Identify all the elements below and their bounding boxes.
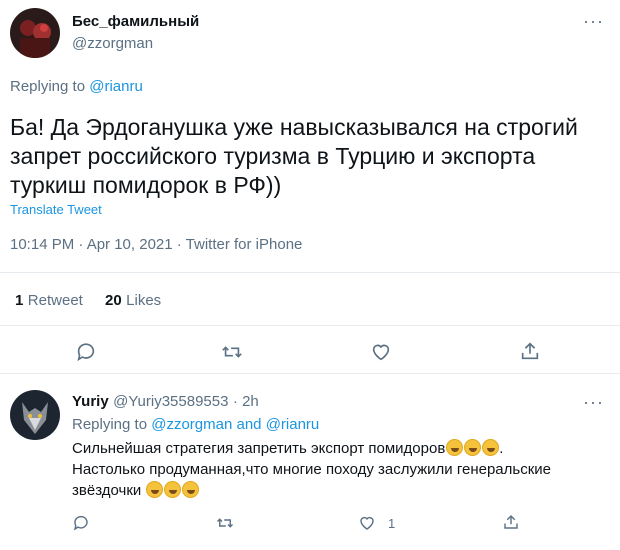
reply-author-avatar[interactable] xyxy=(10,390,60,440)
rolling-laughing-emoji-icon xyxy=(464,439,482,456)
reply-replying-prefix: Replying to xyxy=(72,416,148,433)
reply-replying-link-2[interactable]: @rianru xyxy=(266,416,320,433)
reply-time[interactable]: · 2h xyxy=(233,393,259,410)
rolling-laughing-emoji-icon xyxy=(446,439,464,456)
reply-like-count: 1 xyxy=(388,516,396,531)
reply-header: Yuriy @Yuriy35589553 · 2h xyxy=(72,393,259,411)
reply-replying-to: Replying to @zzorgman and @rianru xyxy=(72,416,319,433)
likes-count: 20 xyxy=(105,292,122,309)
divider xyxy=(0,272,620,273)
retweets-count: 1 xyxy=(15,292,24,309)
likes-label: Likes xyxy=(126,292,162,309)
reply-reply-icon[interactable] xyxy=(72,514,90,532)
replying-prefix: Replying to xyxy=(10,78,86,95)
reply-text-line-1: Сильнейшая стратегия запретить экспорт п… xyxy=(72,439,504,457)
translate-tweet-link[interactable]: Translate Tweet xyxy=(10,202,102,217)
author-name[interactable]: Бес_фамильный xyxy=(72,13,199,30)
tweet-timestamp[interactable]: 10:14 PM · Apr 10, 2021 · Twitter for iP… xyxy=(10,236,302,253)
tweet-text: Ба! Да Эрдоганушка уже навысказывался на… xyxy=(10,114,578,198)
replying-to-link[interactable]: @rianru xyxy=(89,78,143,95)
divider xyxy=(0,373,620,374)
retweets-stat[interactable]: 1 Retweet xyxy=(15,292,83,310)
reply-text-line-3: звёздочки xyxy=(72,480,592,501)
like-icon[interactable] xyxy=(370,341,392,363)
reply-icon[interactable] xyxy=(75,341,97,363)
author-avatar[interactable] xyxy=(10,8,60,58)
reply-like-icon[interactable] xyxy=(358,514,376,532)
reply-retweet-icon[interactable] xyxy=(215,514,235,532)
share-icon[interactable] xyxy=(519,340,541,362)
rolling-laughing-emoji-icon xyxy=(182,481,200,498)
reply-author-handle[interactable]: @Yuriy35589553 xyxy=(113,393,228,410)
retweet-icon[interactable] xyxy=(220,341,244,363)
replying-to: Replying to @rianru xyxy=(10,78,143,95)
likes-stat[interactable]: 20 Likes xyxy=(105,292,161,310)
reply-text: Сильнейшая стратегия запретить экспорт п… xyxy=(72,438,592,501)
reply-author-name[interactable]: Yuriy xyxy=(72,393,109,410)
reply-share-icon[interactable] xyxy=(502,513,520,531)
reply-replying-link-1[interactable]: @zzorgman xyxy=(151,416,232,433)
reply-more-options-icon[interactable]: ··· xyxy=(583,393,604,411)
rolling-laughing-emoji-icon xyxy=(146,481,164,498)
rolling-laughing-emoji-icon xyxy=(164,481,182,498)
rolling-laughing-emoji-icon xyxy=(482,439,500,456)
author-handle[interactable]: @zzorgman xyxy=(72,35,153,52)
retweets-label: Retweet xyxy=(27,292,83,309)
reply-replying-and: and xyxy=(236,416,262,433)
divider xyxy=(0,325,620,326)
more-options-icon[interactable]: ··· xyxy=(583,12,604,30)
reply-text-line-2: Настолько продуманная,что многие походу … xyxy=(72,461,551,478)
